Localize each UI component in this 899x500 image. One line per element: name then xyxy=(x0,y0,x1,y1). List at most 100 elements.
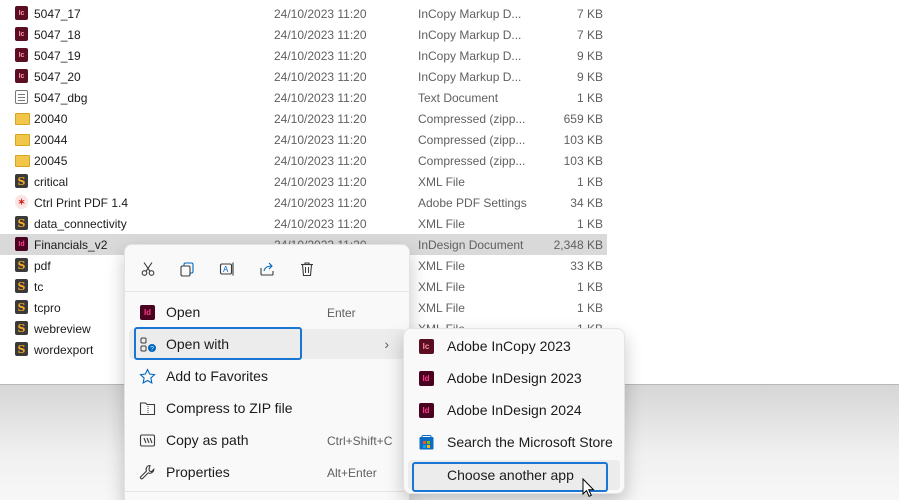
xml-icon: S xyxy=(15,258,28,273)
file-row[interactable]: S critical 24/10/2023 11:20 XML File 1 K… xyxy=(0,171,607,192)
file-size: 9 KB xyxy=(576,49,603,63)
mouse-cursor-icon xyxy=(582,477,596,500)
quick-actions-bar: A xyxy=(125,245,409,291)
cut-icon[interactable] xyxy=(138,259,158,279)
file-name: webreview xyxy=(34,322,91,336)
file-row[interactable]: Ic 5047_17 24/10/2023 11:20 InCopy Marku… xyxy=(0,3,607,24)
file-type: XML File xyxy=(418,175,465,189)
file-size: 1 KB xyxy=(576,301,603,315)
file-name: Financials_v2 xyxy=(34,238,108,252)
file-type: Compressed (zipp... xyxy=(418,112,526,126)
file-row[interactable]: Ic 5047_18 24/10/2023 11:20 InCopy Marku… xyxy=(0,24,607,45)
incopy-icon: Ic xyxy=(15,69,28,84)
indesign-icon: Id xyxy=(15,237,28,252)
submenu-item-microsoft-store[interactable]: Search the Microsoft Store xyxy=(408,427,620,457)
menu-item-label: Add to Favorites xyxy=(166,368,268,384)
wrench-icon xyxy=(139,464,156,481)
copy-icon[interactable] xyxy=(177,259,197,279)
file-name: pdf xyxy=(34,259,51,273)
submenu-item-label: Adobe InDesign 2023 xyxy=(447,370,582,386)
xml-icon: S xyxy=(15,321,28,336)
file-type: Compressed (zipp... xyxy=(418,133,526,147)
submenu-item-indesign-2023[interactable]: Id Adobe InDesign 2023 xyxy=(408,363,620,393)
file-size: 1 KB xyxy=(576,175,603,189)
file-name: tc xyxy=(34,280,44,294)
zip-folder-icon xyxy=(15,153,30,168)
file-date: 24/10/2023 11:20 xyxy=(274,91,367,105)
file-date: 24/10/2023 11:20 xyxy=(274,196,367,210)
file-row[interactable]: Ic 5047_20 24/10/2023 11:20 InCopy Marku… xyxy=(0,66,607,87)
file-name: 20044 xyxy=(34,133,68,147)
file-row[interactable]: 20040 24/10/2023 11:20 Compressed (zipp.… xyxy=(0,108,607,129)
menu-shortcut: Enter xyxy=(327,306,356,320)
svg-text:A: A xyxy=(223,265,229,274)
file-date: 24/10/2023 11:20 xyxy=(274,7,367,21)
rename-icon[interactable]: A xyxy=(217,259,237,279)
pdf-settings-icon: ✶ xyxy=(15,195,28,210)
xml-icon: S xyxy=(15,342,28,357)
menu-divider xyxy=(125,491,409,492)
menu-item-label: Properties xyxy=(166,464,230,480)
file-type: XML File xyxy=(418,280,465,294)
menu-item-copy-as-path[interactable]: Copy as path Ctrl+Shift+C xyxy=(129,425,405,455)
menu-item-label: Open xyxy=(166,304,201,320)
menu-shortcut: Ctrl+Shift+C xyxy=(327,434,393,448)
indesign-icon: Id xyxy=(139,304,156,321)
zip-icon xyxy=(139,400,156,417)
file-date: 24/10/2023 11:20 xyxy=(274,28,367,42)
file-size: 34 KB xyxy=(570,196,603,210)
chevron-right-icon: › xyxy=(384,336,389,352)
file-size: 7 KB xyxy=(576,7,603,21)
file-type: XML File xyxy=(418,217,465,231)
file-size: 659 KB xyxy=(563,112,603,126)
menu-item-properties[interactable]: Properties Alt+Enter xyxy=(129,457,405,487)
file-type: InCopy Markup D... xyxy=(418,49,522,63)
incopy-icon: Ic xyxy=(15,48,28,63)
file-type: Text Document xyxy=(418,91,499,105)
menu-item-open-with[interactable]: ? Open with › xyxy=(129,329,405,359)
file-size: 103 KB xyxy=(563,154,603,168)
file-size: 103 KB xyxy=(563,133,603,147)
star-icon xyxy=(139,368,156,385)
file-size: 1 KB xyxy=(576,280,603,294)
incopy-icon: Ic xyxy=(15,6,28,21)
file-row[interactable]: Ic 5047_19 24/10/2023 11:20 InCopy Marku… xyxy=(0,45,607,66)
file-type: InCopy Markup D... xyxy=(418,28,522,42)
file-type: InCopy Markup D... xyxy=(418,70,522,84)
share-icon[interactable] xyxy=(257,259,277,279)
file-name: 20040 xyxy=(34,112,68,126)
file-name: Ctrl Print PDF 1.4 xyxy=(34,196,129,210)
file-date: 24/10/2023 11:20 xyxy=(274,49,367,63)
file-size: 1 KB xyxy=(576,217,603,231)
submenu-item-label: Search the Microsoft Store xyxy=(447,434,613,450)
menu-item-label: Open with xyxy=(166,336,230,352)
file-date: 24/10/2023 11:20 xyxy=(274,217,367,231)
open-with-icon: ? xyxy=(139,336,156,353)
file-row[interactable]: ✶ Ctrl Print PDF 1.4 24/10/2023 11:20 Ad… xyxy=(0,192,607,213)
menu-item-add-to-favorites[interactable]: Add to Favorites xyxy=(129,361,405,391)
menu-item-open[interactable]: Id Open Enter xyxy=(129,297,405,327)
delete-icon[interactable] xyxy=(297,259,317,279)
file-name: 5047_17 xyxy=(34,7,81,21)
file-row[interactable]: 5047_dbg 24/10/2023 11:20 Text Document … xyxy=(0,87,607,108)
svg-text:?: ? xyxy=(150,345,154,352)
file-size: 2,348 KB xyxy=(553,238,603,252)
file-type: Compressed (zipp... xyxy=(418,154,526,168)
menu-item-label: Compress to ZIP file xyxy=(166,400,293,416)
file-name: 5047_18 xyxy=(34,28,81,42)
menu-item-compress-zip[interactable]: Compress to ZIP file xyxy=(129,393,405,423)
file-row[interactable]: S data_connectivity 24/10/2023 11:20 XML… xyxy=(0,213,607,234)
indesign-icon: Id xyxy=(418,370,434,386)
microsoft-store-icon xyxy=(418,434,434,450)
file-size: 9 KB xyxy=(576,70,603,84)
text-document-icon xyxy=(15,90,28,105)
submenu-item-incopy-2023[interactable]: Ic Adobe InCopy 2023 xyxy=(408,331,620,361)
file-size: 7 KB xyxy=(576,28,603,42)
file-date: 24/10/2023 11:20 xyxy=(274,175,367,189)
menu-divider xyxy=(125,291,409,292)
file-row[interactable]: 20044 24/10/2023 11:20 Compressed (zipp.… xyxy=(0,129,607,150)
file-row[interactable]: 20045 24/10/2023 11:20 Compressed (zipp.… xyxy=(0,150,607,171)
submenu-item-indesign-2024[interactable]: Id Adobe InDesign 2024 xyxy=(408,395,620,425)
file-type: Adobe PDF Settings xyxy=(418,196,527,210)
file-size: 33 KB xyxy=(570,259,603,273)
